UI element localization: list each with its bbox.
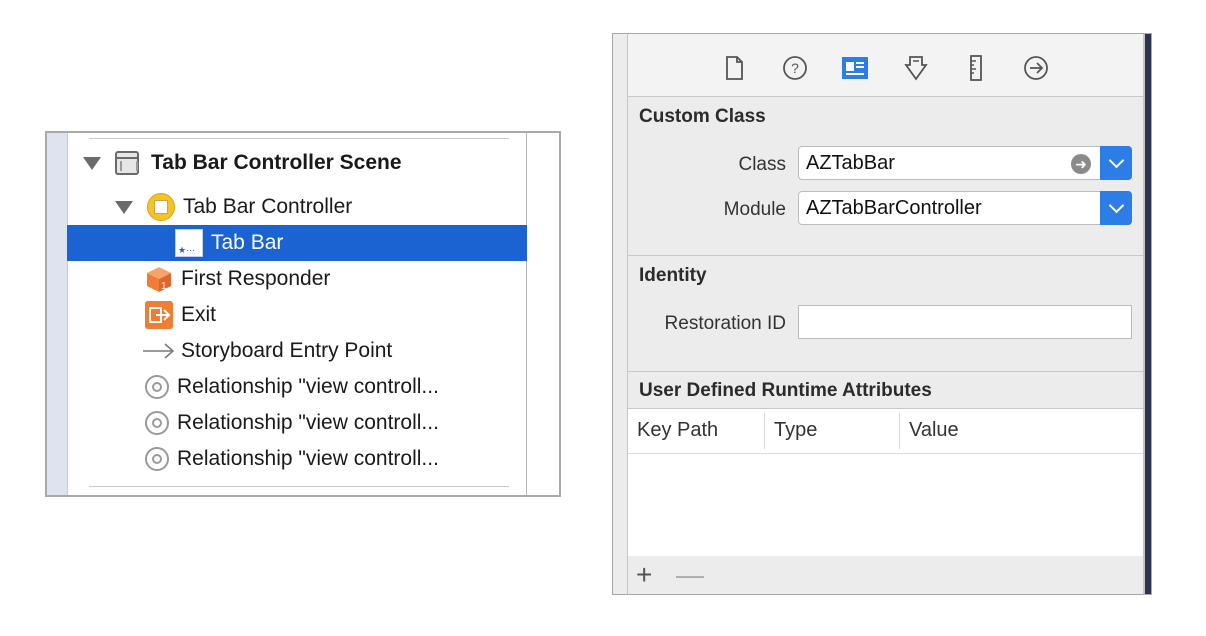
module-value: AZTabBarController (806, 196, 982, 219)
column-header-type[interactable]: Type (774, 419, 817, 442)
outline-gutter (47, 133, 68, 495)
document-outline: Tab Bar Controller Scene Tab Bar Control… (45, 131, 561, 497)
column-divider (899, 413, 900, 449)
relationship-segue-icon (145, 411, 169, 435)
outline-row-exit[interactable]: Exit (67, 297, 527, 333)
class-value: AZTabBar (806, 151, 895, 174)
disclosure-triangle-icon[interactable] (115, 200, 133, 214)
entry-arrow-icon (143, 341, 175, 361)
disclosure-triangle-icon[interactable] (83, 156, 101, 170)
size-ruler-icon[interactable] (962, 54, 990, 82)
runtime-attributes-header: User Defined Runtime Attributes (639, 380, 932, 401)
identity-icon[interactable] (841, 54, 869, 82)
column-divider (764, 413, 765, 449)
file-icon[interactable] (720, 54, 748, 82)
module-label: Module (723, 199, 786, 220)
relationship-segue-icon (145, 375, 169, 399)
section-divider (628, 371, 1143, 372)
scene-separator (89, 138, 509, 139)
identity-inspector: ? Custom Class Class AZTabBar ➜ Module A… (612, 33, 1152, 595)
outline-row-label: Relationship "view controll... (177, 447, 439, 470)
outline-scrollbar-area[interactable] (526, 133, 559, 495)
outline-row-entry-point[interactable]: Storyboard Entry Point (67, 333, 527, 369)
outline-row-tab-bar[interactable]: Tab Bar (67, 225, 527, 261)
scene-icon (115, 151, 139, 175)
class-label: Class (738, 154, 786, 175)
outline-row-label: Tab Bar Controller (183, 195, 353, 218)
relationship-segue-icon (145, 447, 169, 471)
canvas-edge (1145, 34, 1151, 594)
svg-text:1: 1 (161, 281, 167, 292)
class-combobox[interactable]: AZTabBar ➜ (798, 146, 1132, 180)
outline-row-label: Relationship "view controll... (177, 375, 439, 398)
remove-attribute-button[interactable]: — (676, 560, 704, 590)
column-header-value[interactable]: Value (909, 419, 959, 442)
outline-row-relationship[interactable]: Relationship "view controll... (67, 441, 527, 477)
outline-row-first-responder[interactable]: 1 First Responder (67, 261, 527, 297)
identity-header: Identity (639, 265, 707, 286)
module-dropdown-button[interactable] (1100, 191, 1132, 225)
scene-separator (89, 486, 509, 487)
outline-row-tab-bar-controller[interactable]: Tab Bar Controller (67, 189, 527, 225)
outline-row-label: First Responder (181, 267, 331, 290)
add-attribute-button[interactable]: + (636, 560, 652, 590)
column-header-key-path[interactable]: Key Path (637, 419, 718, 442)
runtime-attributes-table[interactable]: Key Path Type Value (628, 408, 1143, 558)
outline-row-label: Tab Bar (211, 231, 284, 254)
restoration-id-field[interactable] (798, 305, 1132, 339)
module-combobox[interactable]: AZTabBarController (798, 191, 1132, 225)
tab-bar-controller-icon (147, 193, 175, 221)
goto-class-arrow-icon[interactable]: ➜ (1071, 154, 1091, 174)
inspector-left-edge (613, 34, 628, 594)
outline-row-scene[interactable]: Tab Bar Controller Scene (67, 145, 527, 181)
help-icon[interactable]: ? (781, 54, 809, 82)
outline-row-label: Exit (181, 303, 217, 326)
outline-row-relationship[interactable]: Relationship "view controll... (67, 369, 527, 405)
table-action-bar: + — (628, 556, 1143, 594)
outline-row-label: Tab Bar Controller Scene (151, 151, 402, 174)
inspector-tab-bar: ? (628, 34, 1143, 97)
outline-row-relationship[interactable]: Relationship "view controll... (67, 405, 527, 441)
outline-row-label: Storyboard Entry Point (181, 339, 393, 362)
tab-bar-icon (175, 229, 203, 257)
exit-icon (145, 301, 173, 329)
svg-text:?: ? (791, 60, 799, 76)
next-scene-icon (117, 495, 143, 497)
attributes-icon[interactable] (902, 54, 930, 82)
connections-arrow-icon[interactable] (1022, 54, 1050, 82)
section-divider (628, 255, 1143, 256)
table-header: Key Path Type Value (628, 409, 1143, 454)
custom-class-header: Custom Class (639, 106, 766, 127)
first-responder-cube-icon: 1 (145, 265, 173, 293)
class-dropdown-button[interactable] (1100, 146, 1132, 180)
restoration-id-label: Restoration ID (664, 313, 786, 334)
outline-row-label: Relationship "view controll... (177, 411, 439, 434)
